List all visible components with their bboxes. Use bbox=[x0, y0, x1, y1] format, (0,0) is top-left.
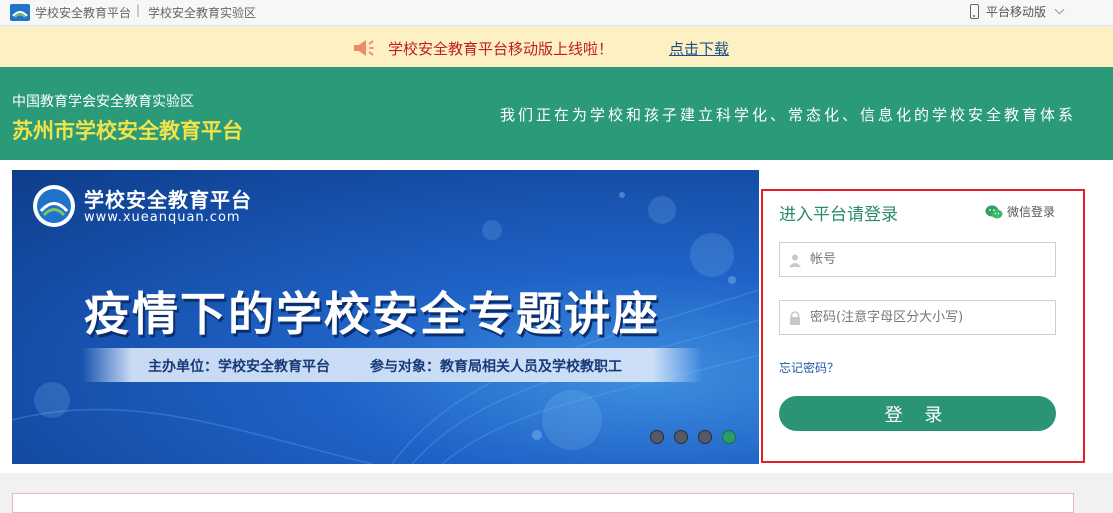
login-panel: 进入平台请登录 微信登录 忘记密码？ 登 录 bbox=[761, 189, 1085, 463]
site-header: 中国教育学会安全教育实验区 苏州市学校安全教育平台 我们正在为学校和孩子建立科学… bbox=[0, 67, 1113, 160]
password-field[interactable] bbox=[779, 300, 1056, 335]
user-icon bbox=[789, 254, 801, 267]
wechat-login-link[interactable]: 微信登录 bbox=[985, 203, 1055, 220]
phone-icon bbox=[970, 4, 979, 19]
mobile-version-menu[interactable]: 平台移动版 bbox=[970, 3, 1065, 20]
banner-audience: 参与对象：教育局相关人员及学校教职工 bbox=[370, 359, 622, 375]
megaphone-icon bbox=[354, 40, 374, 56]
xueanquan-logo-icon bbox=[33, 185, 75, 227]
wechat-icon bbox=[985, 205, 1003, 218]
banner-host: 主办单位：学校安全教育平台 bbox=[148, 359, 330, 375]
username-input[interactable] bbox=[810, 252, 1050, 267]
carousel-dot-4[interactable] bbox=[722, 430, 736, 444]
login-title: 进入平台请登录 bbox=[779, 205, 898, 225]
bottom-section bbox=[0, 473, 1113, 513]
site-name-link[interactable]: 学校安全教育平台 bbox=[35, 4, 131, 21]
page-title: 苏州市学校安全教育平台 bbox=[12, 119, 243, 143]
lab-name-link[interactable]: 学校安全教育实验区 bbox=[148, 4, 256, 21]
bottom-panel bbox=[12, 493, 1074, 513]
carousel-dot-3[interactable] bbox=[698, 430, 712, 444]
topbar-separator: | bbox=[136, 3, 141, 17]
carousel-dot-1[interactable] bbox=[650, 430, 664, 444]
carousel-dots bbox=[650, 430, 736, 444]
wechat-login-label: 微信登录 bbox=[1007, 205, 1056, 219]
lock-icon bbox=[790, 310, 800, 325]
header-slogan: 我们正在为学校和孩子建立科学化、常态化、信息化的学校安全教育体系 bbox=[500, 106, 1077, 124]
forgot-password-link[interactable]: 忘记密码？ bbox=[779, 359, 839, 376]
banner-brand: 学校安全教育平台 bbox=[84, 188, 252, 212]
username-field[interactable] bbox=[779, 242, 1056, 277]
download-link[interactable]: 点击下载 bbox=[669, 38, 729, 59]
chevron-down-icon bbox=[1054, 4, 1065, 15]
login-button[interactable]: 登 录 bbox=[779, 396, 1056, 431]
banner-headline: 疫情下的学校安全专题讲座 bbox=[84, 287, 660, 341]
promo-banner[interactable]: 学校安全教育平台 www.xueanquan.com 疫情下的学校安全专题讲座 … bbox=[12, 170, 759, 464]
header-subtitle: 中国教育学会安全教育实验区 bbox=[12, 94, 194, 110]
top-bar: 学校安全教育平台 | 学校安全教育实验区 平台移动版 bbox=[0, 0, 1113, 26]
announcement-text: 学校安全教育平台移动版上线啦！ bbox=[388, 40, 614, 58]
banner-url: www.xueanquan.com bbox=[84, 210, 241, 225]
password-input[interactable] bbox=[810, 310, 1050, 325]
announcement-bar: 学校安全教育平台移动版上线啦！ 点击下载 bbox=[0, 27, 1113, 67]
platform-logo-icon bbox=[10, 4, 30, 21]
mobile-version-label: 平台移动版 bbox=[986, 5, 1047, 19]
carousel-dot-2[interactable] bbox=[674, 430, 688, 444]
